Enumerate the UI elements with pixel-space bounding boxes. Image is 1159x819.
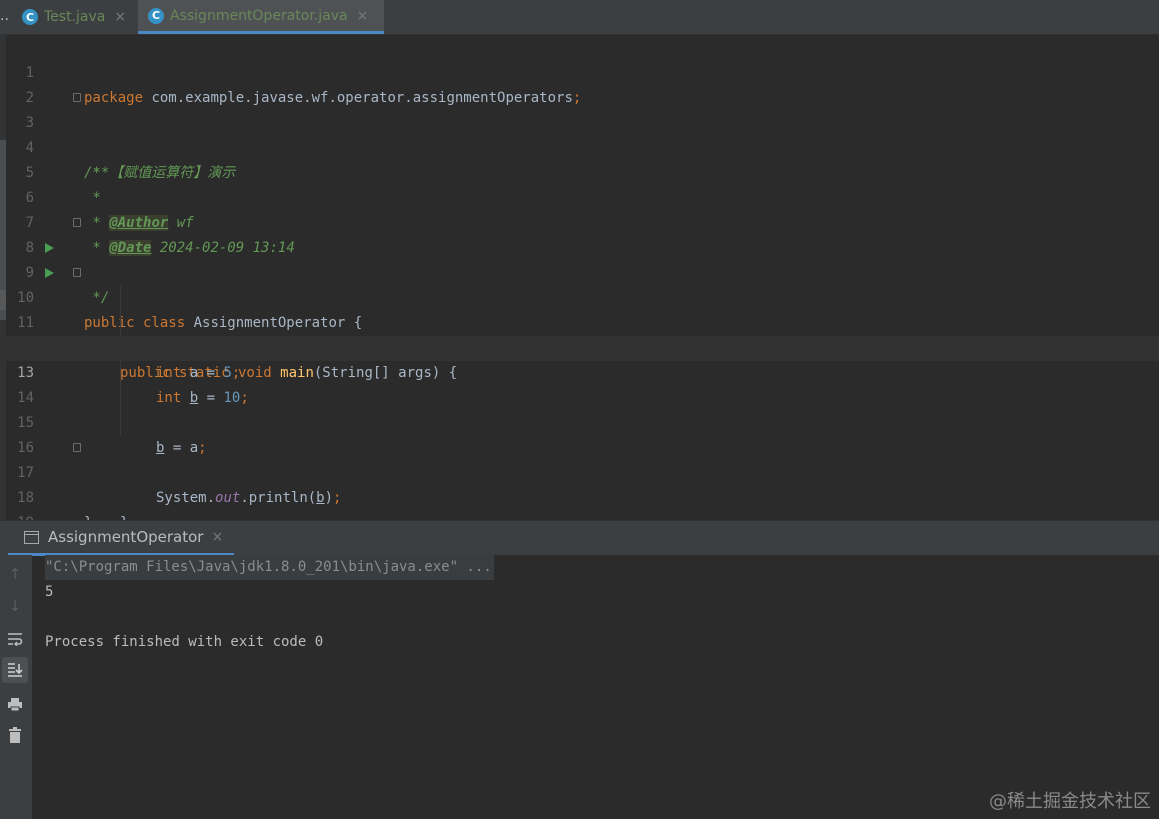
arrow-up-icon[interactable]: ↑ <box>2 561 28 587</box>
tab-overflow-indicator[interactable]: .. <box>0 8 9 24</box>
run-tab-assignment-operator[interactable]: AssignmentOperator × <box>8 521 234 556</box>
close-icon[interactable]: × <box>114 9 126 25</box>
print-icon[interactable] <box>2 691 28 717</box>
code-line: 18 } <box>0 461 1159 531</box>
console-output[interactable]: "C:\Program Files\Java\jdk1.8.0_201\bin\… <box>32 555 1159 819</box>
code-line: 6 * @Author wf <box>0 161 1159 231</box>
close-icon[interactable]: × <box>211 529 223 545</box>
tab-label: Test.java <box>44 9 106 25</box>
code-line: 1 package com.example.javase.wf.operator… <box>0 36 1159 106</box>
editor-tab-bar: .. C Test.java × C AssignmentOperator.ja… <box>0 0 1159 35</box>
close-icon[interactable]: × <box>357 8 369 24</box>
watermark: @稀土掘金技术社区 <box>989 791 1151 812</box>
arrow-down-icon[interactable]: ↓ <box>2 593 28 619</box>
run-panel-header: AssignmentOperator × <box>0 520 1159 556</box>
code-line: 17 } <box>0 436 1159 531</box>
code-line: 11 int a = 5; <box>0 286 1159 381</box>
code-line: 14 b = a; <box>0 361 1159 456</box>
fold-icon[interactable] <box>73 93 81 102</box>
fold-icon[interactable] <box>73 443 81 452</box>
scroll-to-end-icon[interactable] <box>2 657 28 683</box>
code-line: 9 public class AssignmentOperator { <box>0 236 1159 331</box>
run-icon[interactable] <box>45 268 54 278</box>
code-line: 15 <box>0 386 1159 431</box>
run-tool-window: AssignmentOperator × ↑ ↓ "C:\Program Fil… <box>0 520 1159 819</box>
console-icon <box>24 530 39 544</box>
code-line: 7 * @Date 2024-02-09 13:14 <box>0 186 1159 256</box>
code-line-current: 13 <box>0 336 1159 381</box>
code-editor[interactable]: 1 package com.example.javase.wf.operator… <box>0 35 1159 531</box>
code-line: 5 * <box>0 136 1159 206</box>
tab-assignment-operator-java[interactable]: C AssignmentOperator.java × <box>138 0 384 34</box>
fold-icon[interactable] <box>73 218 81 227</box>
code-line: 3 /** <box>0 86 1159 181</box>
soft-wrap-icon[interactable] <box>2 626 28 652</box>
tab-label: AssignmentOperator.java <box>170 7 348 24</box>
console-exit-line: Process finished with exit code 0 <box>45 634 324 650</box>
run-toolbar: ↑ ↓ <box>0 555 32 819</box>
console-command-line: "C:\Program Files\Java\jdk1.8.0_201\bin\… <box>45 555 494 580</box>
code-line: 2 <box>0 61 1159 106</box>
code-line: 19 <box>0 486 1159 531</box>
code-line: 4 * 【赋值运算符】演示 <box>0 111 1159 181</box>
run-icon[interactable] <box>45 243 54 253</box>
code-line: 10 public static void main(String[] args… <box>0 261 1159 381</box>
fold-icon[interactable] <box>73 268 81 277</box>
java-class-icon: C <box>148 7 164 24</box>
code-line: 12 int b = 10; <box>0 311 1159 406</box>
run-tab-label: AssignmentOperator <box>48 528 204 546</box>
trash-icon[interactable] <box>2 722 28 748</box>
code-line: 8 */ <box>0 211 1159 306</box>
console-output-line: 5 <box>45 584 54 600</box>
tab-test-java[interactable]: C Test.java × <box>12 0 138 34</box>
code-line: 16 System.out.println(b); <box>0 411 1159 506</box>
java-class-icon: C <box>22 9 38 25</box>
